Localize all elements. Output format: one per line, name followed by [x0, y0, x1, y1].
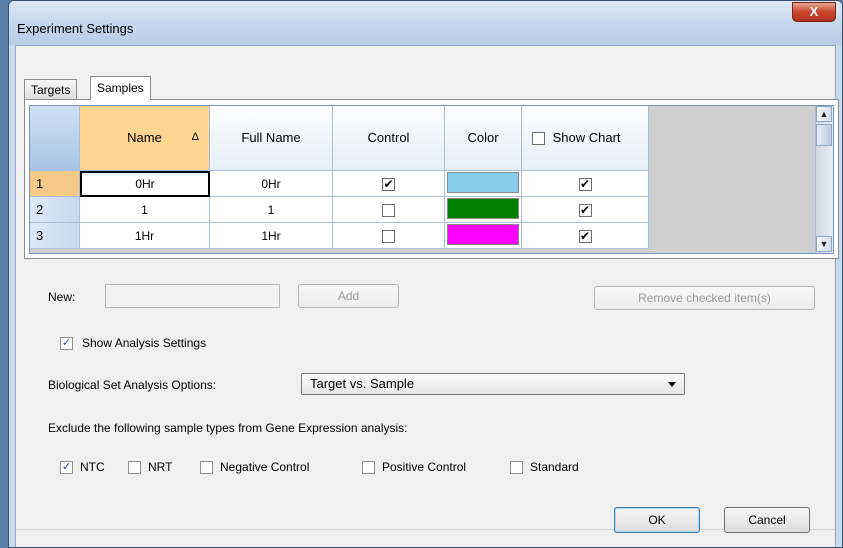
standard-label: Standard [530, 460, 579, 474]
control-checkbox[interactable] [382, 204, 395, 218]
show-chart-header-label: Show Chart [552, 130, 621, 145]
column-header-color[interactable]: Color [445, 106, 522, 171]
show-analysis-label: Show Analysis Settings [82, 336, 207, 350]
close-icon: X [809, 4, 819, 19]
column-header-full-name[interactable]: Full Name [210, 106, 333, 171]
row-header[interactable]: 1 [30, 171, 80, 197]
cell-name[interactable]: 1Hr [80, 223, 210, 249]
ntc-label: NTC [80, 460, 105, 474]
samples-grid: Name Δ Full Name Control Color Show Char… [29, 105, 834, 254]
show-analysis-checkbox[interactable]: ✓ [60, 337, 73, 350]
column-name-label: Name [127, 130, 162, 145]
cancel-button[interactable]: Cancel [724, 507, 810, 533]
cell-full-name[interactable]: 1 [210, 197, 333, 223]
footer-divider [16, 529, 835, 530]
show-chart-all-checkbox[interactable] [532, 132, 545, 146]
cell-name[interactable]: 1 [80, 197, 210, 223]
negative-control-label: Negative Control [220, 460, 310, 474]
row-header[interactable]: 2 [30, 197, 80, 223]
cell-color[interactable] [445, 223, 522, 249]
show-chart-checkbox[interactable]: ✔ [578, 178, 592, 192]
bio-set-dropdown[interactable]: Target vs. Sample [301, 373, 685, 395]
nrt-checkbox[interactable] [128, 461, 141, 474]
cell-name[interactable]: 0Hr [80, 171, 210, 197]
control-checkbox[interactable] [382, 230, 395, 244]
grid-vertical-scrollbar[interactable]: ▲ ▼ [815, 106, 833, 253]
positive-control-label: Positive Control [382, 460, 467, 474]
chevron-down-icon [668, 382, 676, 387]
scroll-thumb[interactable] [816, 124, 832, 146]
cell-show-chart[interactable]: ✔ [522, 197, 649, 223]
bio-set-selected: Target vs. Sample [310, 376, 415, 391]
window-title: Experiment Settings [17, 21, 134, 36]
color-swatch [447, 172, 519, 193]
title-bar[interactable]: Experiment Settings X [9, 1, 842, 45]
standard-checkbox[interactable] [510, 461, 523, 474]
row-header[interactable]: 3 [30, 223, 80, 249]
cell-show-chart[interactable]: ✔ [522, 223, 649, 249]
add-button[interactable]: Add [298, 284, 399, 308]
tab-targets[interactable]: Targets [24, 79, 78, 99]
samples-tab-panel: Name Δ Full Name Control Color Show Char… [24, 99, 839, 259]
sort-ascending-icon: Δ [191, 131, 199, 143]
cell-control[interactable] [333, 197, 445, 223]
dialog-body: Targets Samples Name Δ Full Name Control… [15, 45, 839, 547]
scroll-down-icon[interactable]: ▼ [816, 236, 832, 252]
column-header-show-chart[interactable]: Show Chart [522, 106, 649, 171]
color-swatch [447, 198, 519, 219]
show-chart-checkbox[interactable]: ✔ [578, 204, 592, 218]
control-checkbox[interactable]: ✔ [382, 178, 395, 192]
show-chart-checkbox[interactable]: ✔ [578, 230, 592, 244]
experiment-settings-dialog: Experiment Settings X Targets Samples Na… [8, 0, 843, 548]
color-swatch [447, 224, 519, 245]
column-header-name[interactable]: Name Δ [80, 106, 210, 171]
ok-button[interactable]: OK [614, 507, 700, 533]
bio-set-label: Biological Set Analysis Options: [48, 378, 217, 392]
cell-full-name[interactable]: 1Hr [210, 223, 333, 249]
cell-color[interactable] [445, 171, 522, 197]
positive-control-checkbox[interactable] [362, 461, 375, 474]
nrt-label: NRT [148, 460, 173, 474]
cell-show-chart[interactable]: ✔ [522, 171, 649, 197]
new-sample-input[interactable] [105, 284, 280, 308]
negative-control-checkbox[interactable] [200, 461, 213, 474]
close-button[interactable]: X [792, 2, 836, 22]
remove-checked-button[interactable]: Remove checked item(s) [594, 286, 815, 310]
exclude-label: Exclude the following sample types from … [48, 421, 408, 435]
cell-full-name[interactable]: 0Hr [210, 171, 333, 197]
cell-control[interactable] [333, 223, 445, 249]
ntc-checkbox[interactable]: ✓ [60, 461, 73, 474]
new-label: New: [48, 290, 76, 304]
cell-color[interactable] [445, 197, 522, 223]
scroll-up-icon[interactable]: ▲ [816, 106, 832, 122]
cell-control[interactable]: ✔ [333, 171, 445, 197]
column-header-control[interactable]: Control [333, 106, 445, 171]
tab-samples[interactable]: Samples [90, 76, 151, 100]
grid-corner[interactable] [30, 106, 80, 171]
